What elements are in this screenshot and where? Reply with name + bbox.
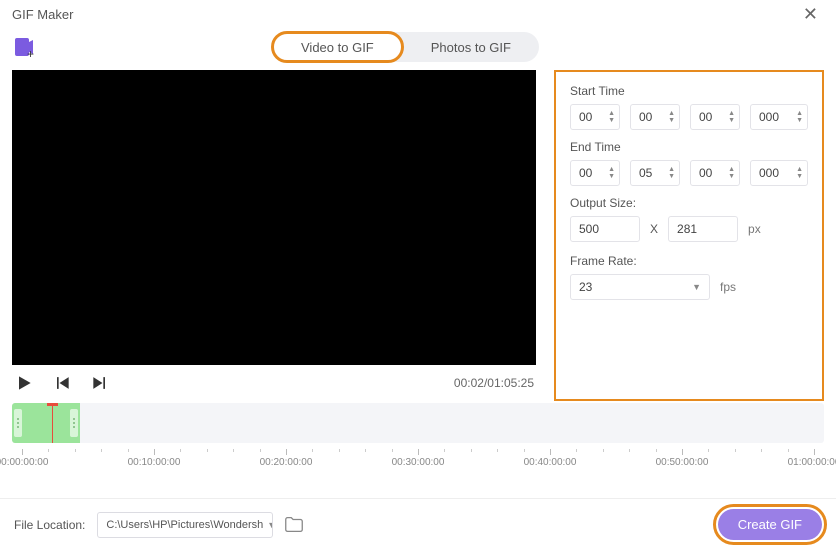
selection-handle-end[interactable] (70, 409, 78, 437)
timeline-ruler: 00:00:00:0000:10:00:0000:20:00:0000:30:0… (12, 449, 824, 471)
tick-label: 00:40:00:00 (524, 457, 577, 468)
prev-frame-button[interactable] (52, 373, 72, 393)
px-label: px (748, 222, 761, 236)
frame-rate-label: Frame Rate: (570, 254, 808, 268)
output-height-input[interactable] (668, 216, 738, 242)
tick-label: 00:50:00:00 (656, 457, 709, 468)
timeline[interactable]: 00:00:00:0000:10:00:0000:20:00:0000:30:0… (12, 403, 824, 471)
start-minutes-input[interactable]: 00▲▼ (630, 104, 680, 130)
fps-label: fps (720, 280, 736, 294)
settings-panel: Start Time 00▲▼ 00▲▼ 00▲▼ 000▲▼ End Time… (554, 70, 824, 401)
chevron-down-icon: ▼ (692, 282, 701, 292)
frame-rate-select[interactable]: 23▼ (570, 274, 710, 300)
app-logo: + (12, 35, 36, 59)
tick-label: 00:00:00:00 (0, 457, 48, 468)
tab-photos-to-gif[interactable]: Photos to GIF (403, 32, 539, 62)
chevron-down-icon: ▼ (267, 520, 273, 530)
tick-label: 00:30:00:00 (392, 457, 445, 468)
video-preview[interactable] (12, 70, 536, 365)
output-width-input[interactable] (570, 216, 640, 242)
mode-tabs: Video to GIF Photos to GIF (272, 32, 539, 62)
svg-text:+: + (27, 47, 34, 59)
playhead[interactable] (52, 403, 53, 443)
start-hours-input[interactable]: 00▲▼ (570, 104, 620, 130)
file-location-label: File Location: (14, 518, 85, 532)
close-button[interactable]: ✕ (797, 4, 824, 25)
x-separator: X (650, 222, 658, 236)
tick-label: 01:00:00:00 (788, 457, 836, 468)
next-frame-button[interactable] (90, 373, 110, 393)
output-size-label: Output Size: (570, 196, 808, 210)
window-title: GIF Maker (12, 7, 73, 22)
tick-label: 00:10:00:00 (128, 457, 181, 468)
start-time-label: Start Time (570, 84, 808, 98)
create-gif-button[interactable]: Create GIF (718, 509, 822, 540)
player-timecode: 00:02/01:05:25 (454, 376, 534, 390)
start-seconds-input[interactable]: 00▲▼ (690, 104, 740, 130)
selection-handle-start[interactable] (14, 409, 22, 437)
selection-region[interactable] (12, 403, 80, 443)
end-seconds-input[interactable]: 00▲▼ (690, 160, 740, 186)
play-button[interactable] (14, 373, 34, 393)
folder-icon[interactable] (283, 514, 305, 536)
start-ms-input[interactable]: 000▲▼ (750, 104, 808, 130)
tick-label: 00:20:00:00 (260, 457, 313, 468)
end-time-label: End Time (570, 140, 808, 154)
tab-video-to-gif[interactable]: Video to GIF (272, 32, 403, 62)
end-hours-input[interactable]: 00▲▼ (570, 160, 620, 186)
end-ms-input[interactable]: 000▲▼ (750, 160, 808, 186)
file-location-select[interactable]: C:\Users\HP\Pictures\Wondersh▼ (97, 512, 273, 538)
end-minutes-input[interactable]: 05▲▼ (630, 160, 680, 186)
timeline-strip[interactable] (12, 403, 824, 443)
